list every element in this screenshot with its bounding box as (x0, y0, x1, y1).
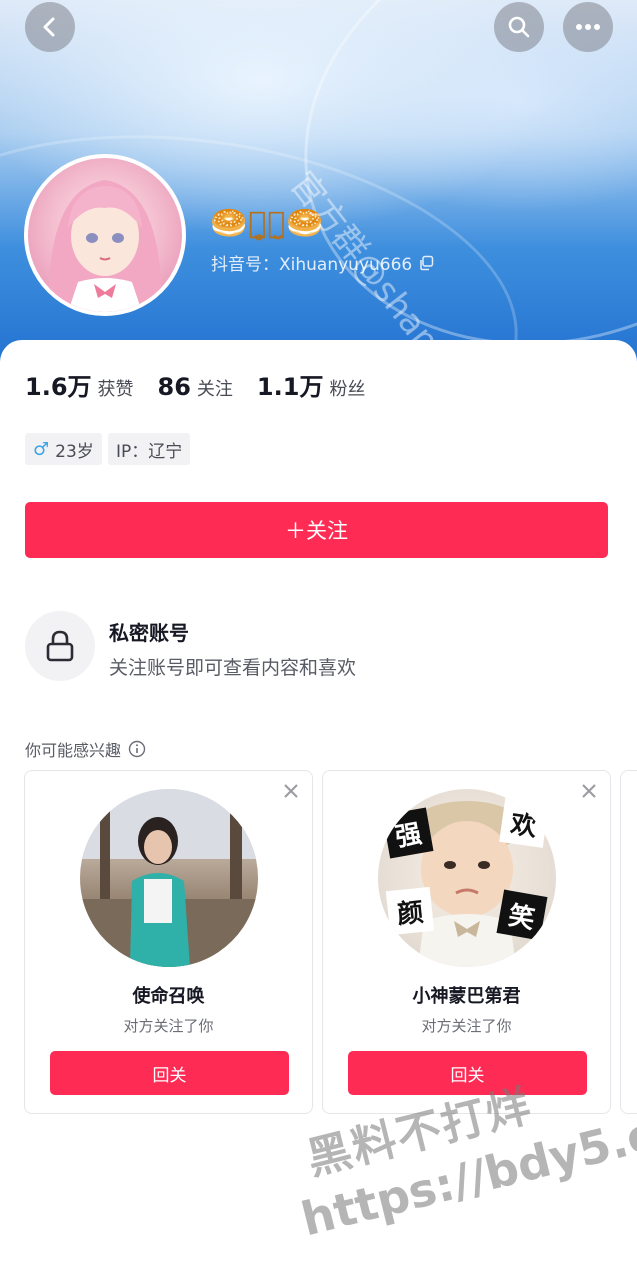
profile-avatar[interactable] (24, 154, 186, 316)
age-text: 23岁 (55, 441, 94, 462)
close-icon[interactable] (282, 782, 300, 800)
follow-back-button[interactable]: 回关 (50, 1051, 289, 1095)
stats-row: 1.6万 获赞 86 关注 1.1万 粉丝 (25, 367, 389, 402)
info-icon[interactable] (128, 740, 146, 758)
recommend-name: 使命召唤 (132, 986, 205, 1007)
follow-button[interactable]: ＋关注 (25, 502, 608, 558)
private-lock (25, 611, 95, 681)
stat-label: 关注 (196, 379, 233, 400)
stat-followers[interactable]: 1.1万 粉丝 (257, 367, 366, 402)
back-icon (43, 17, 55, 37)
male-icon: ♂ (33, 438, 50, 460)
sticker-label: 笑 (496, 889, 548, 941)
search-button[interactable] (494, 2, 544, 52)
profile-banner: 🥯ꪔ̤̥ꪔ̤̮🥯 抖音号：Xihuanyuyu666 官方群@shangche1… (0, 0, 637, 380)
private-account-description: 关注账号即可查看内容和喜欢 (109, 657, 357, 679)
avatar-image (48, 180, 162, 312)
recommend-name: 小神蒙巴第君 (412, 986, 521, 1007)
recommend-heading-text: 你可能感兴趣 (25, 741, 122, 760)
gender-age-tag: ♂ 23岁 (25, 433, 102, 465)
lock-icon (46, 630, 74, 662)
recommend-avatar[interactable]: 强 欢 颜 笑 (378, 789, 556, 967)
copy-icon[interactable] (418, 255, 434, 271)
sticker-label: 颜 (385, 886, 435, 936)
stat-value: 1.1万 (256, 373, 324, 401)
stat-value: 86 (157, 373, 191, 401)
stat-likes[interactable]: 1.6万 获赞 (25, 367, 134, 402)
recommend-subtitle: 对方关注了你 (123, 1017, 214, 1035)
private-account-title: 私密账号 (109, 621, 189, 645)
avatar-image (80, 789, 258, 967)
close-icon[interactable] (580, 782, 598, 800)
ip-tag: IP：辽宁 (108, 433, 191, 465)
recommend-subtitle: 对方关注了你 (421, 1017, 512, 1035)
more-icon (576, 24, 600, 30)
sticker-label: 欢 (499, 798, 549, 848)
stat-label: 获赞 (97, 379, 134, 400)
recommend-avatar[interactable] (80, 789, 258, 967)
back-button[interactable] (25, 2, 75, 52)
search-icon (508, 16, 530, 38)
sticker-label: 强 (382, 807, 434, 859)
recommend-card[interactable]: 使命召唤 对方关注了你 回关 (24, 770, 313, 1114)
stat-following[interactable]: 86 关注 (158, 373, 233, 401)
more-button[interactable] (563, 2, 613, 52)
recommend-heading: 你可能感兴趣 (25, 737, 146, 761)
stat-value: 1.6万 (25, 373, 92, 401)
stat-label: 粉丝 (329, 379, 366, 400)
